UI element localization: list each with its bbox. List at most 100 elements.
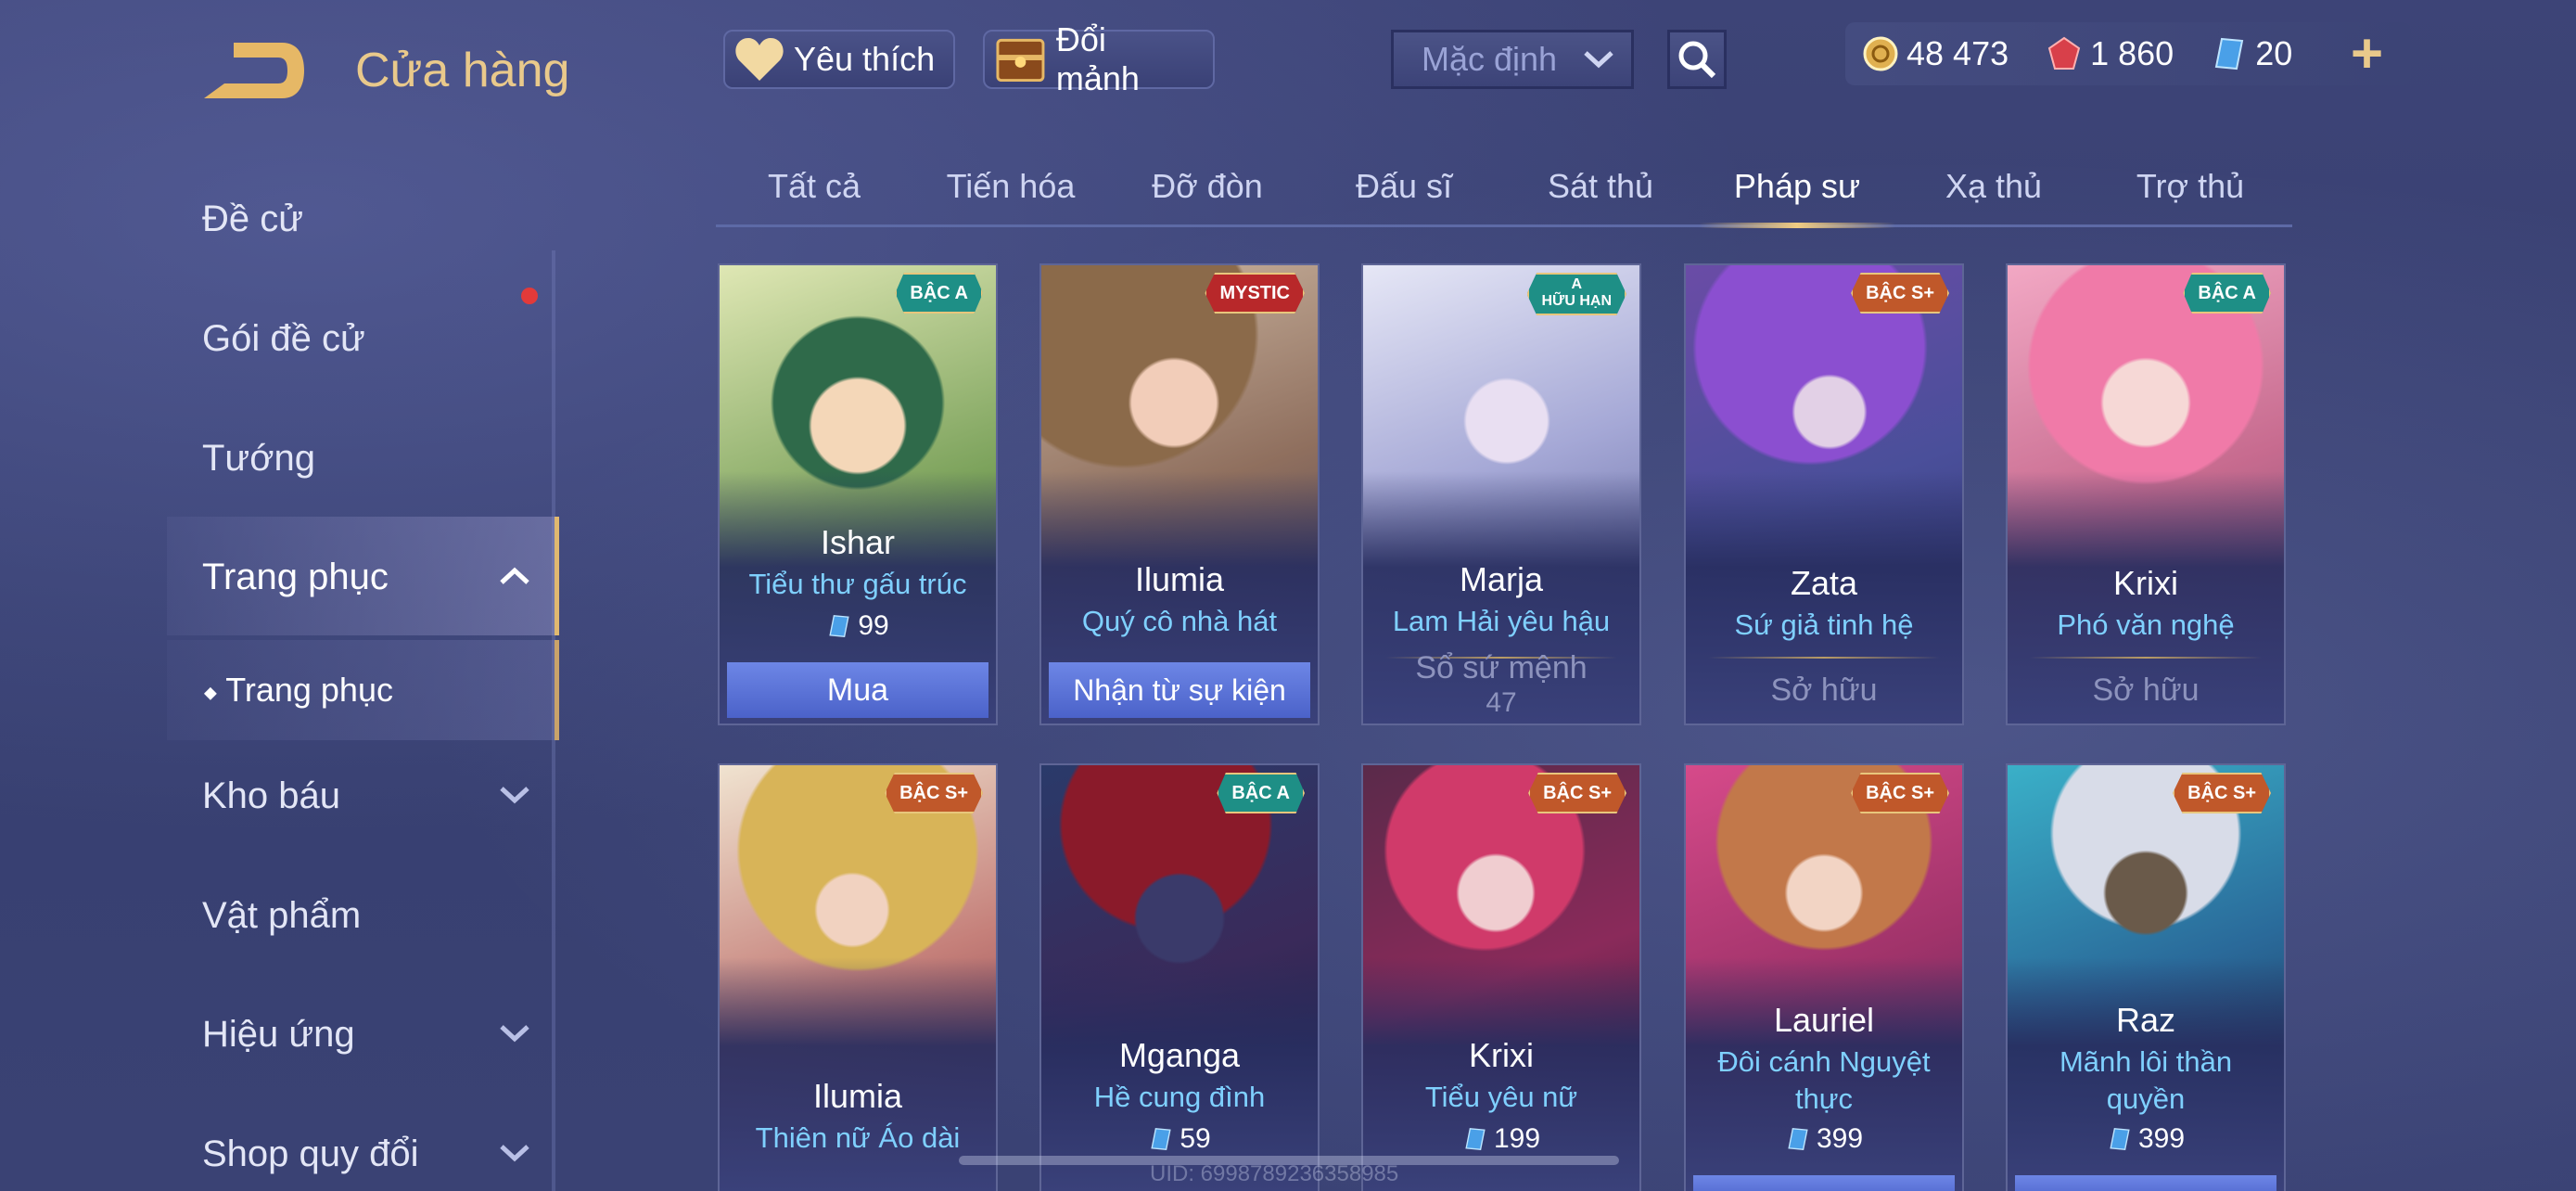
tier-badge-limited: HỮU HẠN [1541,293,1613,309]
skin-name: Tiểu thư gấu trúc [748,568,967,600]
sidebar-item-heroes[interactable]: Tướng [202,430,555,486]
gem-balance: 1 860 [2046,34,2174,73]
tier-badge: BẬC S+ [1528,773,1626,813]
hero-name: Ishar [820,523,896,561]
skin-card[interactable]: BẬC S+ Raz Mãnh lôi thần quyền 399 [2006,763,2286,1191]
hero-name: Ilumia [1134,560,1225,598]
skin-name-line2: quyền [2106,1082,2186,1115]
sort-dropdown[interactable]: Mặc định [1391,30,1634,89]
sidebar-item-skins[interactable]: Trang phục [202,549,555,605]
price: 59 [1041,1123,1318,1155]
exchange-shards-button[interactable]: Đổi mảnh [983,20,1215,97]
favorite-button[interactable]: Yêu thích [723,30,955,89]
get-from-event-button[interactable]: Nhận từ sự kiện [1049,662,1310,718]
voucher-icon [2110,1128,2130,1150]
buy-button[interactable] [2015,1175,2276,1191]
skin-card[interactable]: BẬC S+ Ilumia Thiên nữ Áo dài [718,763,998,1191]
price: 399 [2008,1123,2284,1155]
sidebar-item-recommended[interactable]: Đề cử [202,191,555,247]
skin-name: Phó văn nghệ [2057,608,2235,641]
tier-badge: BẬC A [1217,773,1305,813]
sidebar-item-exchange-shop[interactable]: Shop quy đổi [202,1126,555,1182]
sidebar-item-effects[interactable]: Hiệu ứng [202,1006,555,1062]
ruby-gem-icon [2047,36,2081,70]
hero-name: Mganga [1118,1036,1241,1074]
skin-name-line2: thực [1794,1082,1854,1115]
exchange-label: Đổi mảnh [1055,20,1140,97]
tab-fighter[interactable]: Đấu sĩ [1306,148,1502,224]
sidebar-item-treasure[interactable]: Kho báu [202,768,555,824]
tab-tank[interactable]: Đỡ đòn [1109,148,1306,224]
skin-card[interactable]: MYSTIC Ilumia Quý cô nhà hát Nhận từ sự … [1039,263,1320,725]
back-arrow-icon [204,43,304,98]
add-currency-button[interactable]: + [2351,26,2383,82]
diamond-bullet-icon: ◆ [204,683,217,702]
price: 399 [1686,1123,1962,1155]
gem-amount: 1 860 [2090,34,2174,72]
hero-name: Ilumia [812,1077,903,1115]
search-button[interactable] [1667,30,1727,89]
buy-button[interactable] [1693,1175,1955,1191]
tab-support[interactable]: Trợ thủ [2092,148,2289,224]
voucher-amount: 20 [2255,34,2293,72]
currency-bar: 48 473 1 860 20 + [1845,22,2411,85]
gold-amount: 48 473 [1906,34,2009,72]
sidebar-item-label: Shop quy đổi [202,1133,419,1174]
chevron-down-icon [500,1145,529,1162]
sidebar-item-label: Vật phẩm [202,895,362,936]
voucher-balance: 20 [2211,34,2292,73]
skin-name: Sứ giả tinh hệ [1734,608,1914,641]
user-id-watermark: UID: 6998789236358985 [1150,1161,1399,1186]
price-value: 199 [1493,1123,1541,1154]
tier-badge: BẬC S+ [1851,273,1949,314]
tab-evolution[interactable]: Tiến hóa [912,148,1109,224]
sidebar-subitem-skins[interactable]: ◆ Trang phục [204,662,556,718]
sidebar-item-label: Hiệu ứng [202,1014,355,1055]
hero-name: Krixi [2113,564,2178,602]
price-value: 399 [2137,1123,2186,1154]
skin-name: Thiên nữ Áo dài [755,1121,961,1154]
tab-marksman[interactable]: Xạ thủ [1895,148,2092,224]
tab-all[interactable]: Tất cả [716,148,912,224]
skin-card[interactable]: BẬC S+ Krixi Tiểu yêu nữ 199 [1361,763,1641,1191]
skin-card[interactable]: BẬC A Krixi Phó văn nghệ Sở hữu [2006,263,2286,725]
skin-card[interactable]: BẬC A Ishar Tiểu thư gấu trúc 99 Mua [718,263,998,725]
voucher-icon [1465,1128,1486,1150]
skin-name: Mãnh lôi thần [2059,1045,2233,1078]
notification-dot [521,288,538,304]
voucher-icon [1788,1128,1808,1150]
price: 199 [1363,1123,1639,1155]
tab-mage[interactable]: Pháp sư [1699,148,1895,228]
divider [1708,657,1940,659]
buy-button[interactable]: Mua [727,662,988,718]
price-value: 99 [858,610,889,641]
tab-assassin[interactable]: Sát thủ [1502,148,1699,224]
owned-label: Sở hữu [1770,672,1878,708]
skin-name: Quý cô nhà hát [1081,605,1278,637]
tier-badge: BẬC S+ [1851,773,1949,813]
sidebar-item-label: Kho báu [202,775,341,816]
skin-card[interactable]: BẬC S+ Lauriel Đôi cánh Nguyệt thực 399 [1684,763,1964,1191]
voucher-icon [829,615,849,637]
skin-card[interactable]: A HỮU HẠN Marja Lam Hải yêu hậu Sổ sứ mệ… [1361,263,1641,725]
sidebar-item-recommended-packs[interactable]: Gói đề cử [202,311,555,366]
skin-name: Hề cung đình [1093,1081,1266,1113]
skin-card[interactable]: BẬC S+ Zata Sứ giả tinh hệ Sở hữu [1684,263,1964,725]
heart-icon [735,38,784,81]
sidebar-item-label: Đề cử [202,198,304,239]
hero-name: Krixi [1469,1036,1534,1074]
page-title: Cửa hàng [355,44,570,97]
skin-name: Lam Hải yêu hậu [1392,605,1611,637]
sidebar-item-items[interactable]: Vật phẩm [202,888,555,943]
skin-card[interactable]: BẬC A Mganga Hề cung đình 59 [1039,763,1320,1191]
mission-book-label: Sổ sứ mệnh [1415,650,1588,685]
chevron-up-icon [500,567,529,584]
skin-name: Đôi cánh Nguyệt [1717,1045,1931,1078]
tier-badge: BẬC S+ [885,773,983,813]
mission-book-level: 47 [1486,687,1517,718]
sidebar-item-label: Tướng [202,438,315,479]
back-button[interactable] [197,37,308,104]
price-value: 399 [1816,1123,1864,1154]
voucher-icon [1151,1128,1171,1150]
sidebar-item-label: Gói đề cử [202,318,365,359]
